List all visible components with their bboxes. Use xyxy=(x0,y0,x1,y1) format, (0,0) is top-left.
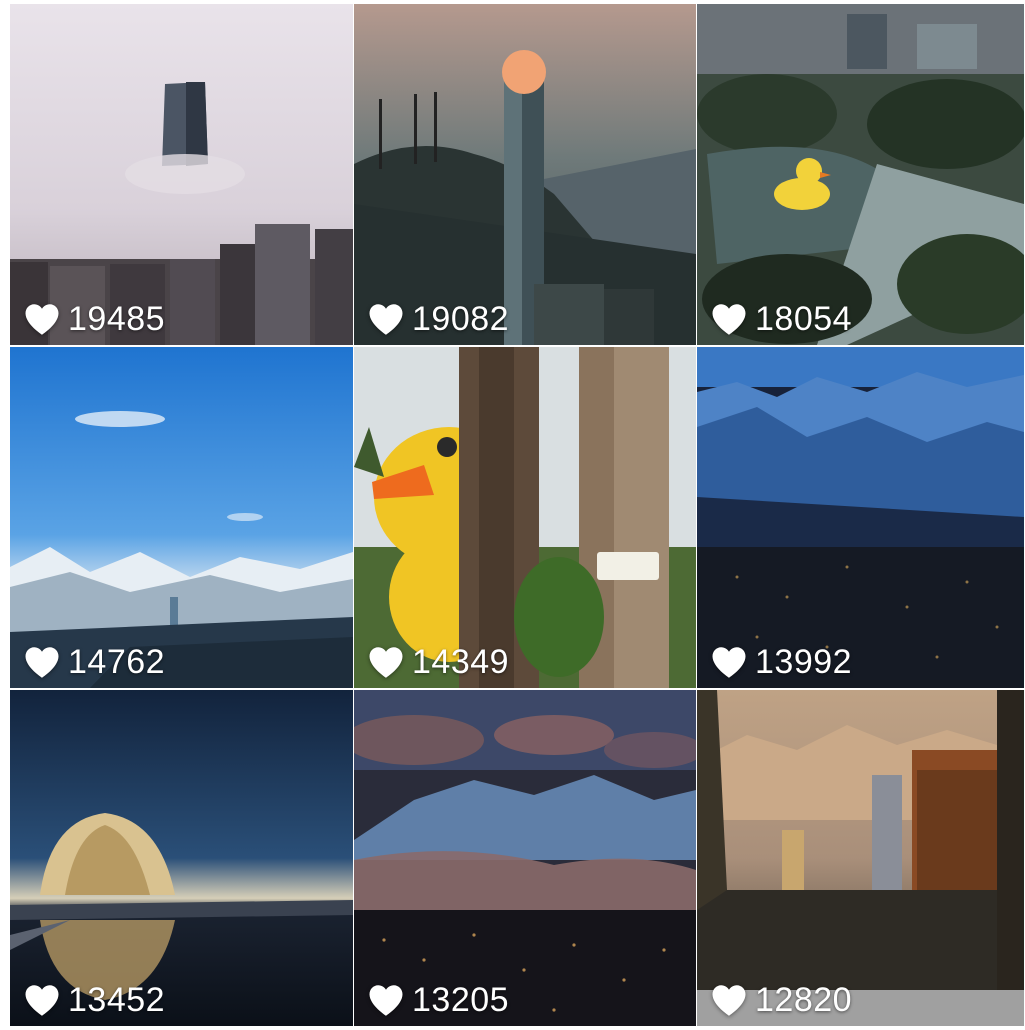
heart-icon xyxy=(25,304,59,335)
like-counter: 19082 xyxy=(368,301,509,337)
photo-tile-9[interactable]: 12820 xyxy=(697,690,1024,1026)
like-count: 13205 xyxy=(412,981,510,1019)
photo-tile-1[interactable]: 19485 xyxy=(10,4,353,345)
heart-icon xyxy=(369,647,403,678)
photo-tile-5[interactable]: 14349 xyxy=(354,347,696,688)
photo-tile-6[interactable]: 13992 xyxy=(697,347,1024,688)
photo-clouds-mountains-city-lights xyxy=(354,690,696,1026)
heart-icon xyxy=(712,985,746,1016)
heart-icon xyxy=(712,304,746,335)
photo-tile-4[interactable]: 14762 xyxy=(10,347,353,688)
photo-duck-in-park xyxy=(697,4,1024,345)
photo-tile-7[interactable]: 13452 xyxy=(10,690,353,1026)
heart-icon xyxy=(369,304,403,335)
photo-grid: 19485 19082 18054 14762 14349 13992 1345… xyxy=(10,4,1024,1026)
photo-tile-8[interactable]: 13205 xyxy=(354,690,696,1026)
like-counter: 19485 xyxy=(24,301,165,337)
like-count: 14349 xyxy=(412,643,510,681)
like-counter: 14349 xyxy=(368,644,509,680)
photo-giant-duck-trees xyxy=(354,347,696,688)
photo-domed-temple-night xyxy=(10,690,353,1026)
like-count: 12820 xyxy=(755,981,853,1019)
like-count: 19485 xyxy=(68,300,166,338)
photo-snowy-mountains-blue-sky xyxy=(10,347,353,688)
photo-tile-3[interactable]: 18054 xyxy=(697,4,1024,345)
like-counter: 14762 xyxy=(24,644,165,680)
heart-icon xyxy=(369,985,403,1016)
photo-skyline-mountains-sunset xyxy=(697,690,1024,1026)
like-counter: 18054 xyxy=(711,301,852,337)
heart-icon xyxy=(25,647,59,678)
photo-tile-2[interactable]: 19082 xyxy=(354,4,696,345)
like-counter: 12820 xyxy=(711,982,852,1018)
like-counter: 13452 xyxy=(24,982,165,1018)
photo-tower-in-fog xyxy=(10,4,353,345)
like-count: 13992 xyxy=(755,643,853,681)
like-count: 14762 xyxy=(68,643,166,681)
like-count: 13452 xyxy=(68,981,166,1019)
like-counter: 13992 xyxy=(711,644,852,680)
like-counter: 13205 xyxy=(368,982,509,1018)
heart-icon xyxy=(25,985,59,1016)
photo-moon-over-tower xyxy=(354,4,696,345)
like-count: 19082 xyxy=(412,300,510,338)
photo-mountains-city-dusk xyxy=(697,347,1024,688)
heart-icon xyxy=(712,647,746,678)
like-count: 18054 xyxy=(755,300,853,338)
